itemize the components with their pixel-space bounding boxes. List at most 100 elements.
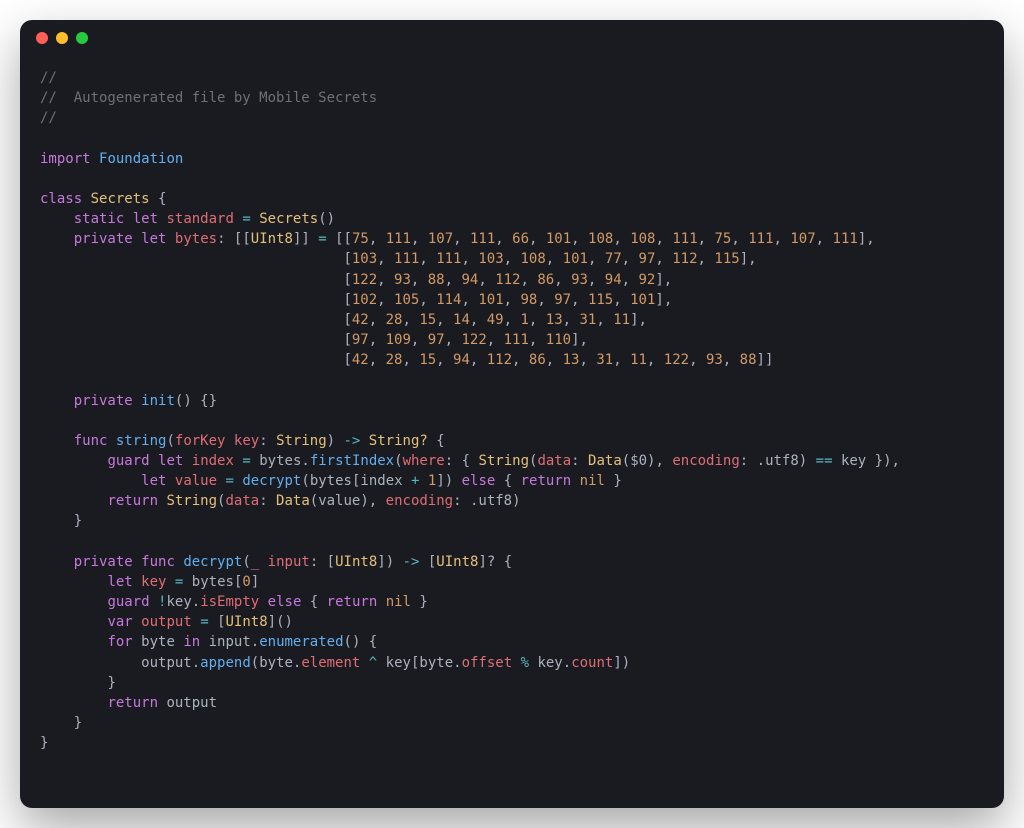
num: 108 (588, 231, 613, 247)
zoom-icon[interactable] (76, 32, 88, 44)
id-output: output (166, 695, 217, 711)
kw-nil: nil (386, 594, 411, 610)
id-index: index (360, 473, 402, 489)
num: 93 (706, 352, 723, 368)
type-uint8: UInt8 (226, 614, 268, 630)
num: 1 (520, 312, 528, 328)
num: 111 (470, 231, 495, 247)
kw-let: let (141, 231, 166, 247)
kw-let: let (158, 453, 183, 469)
minimize-icon[interactable] (56, 32, 68, 44)
kw-private: private (74, 554, 133, 570)
arg-label: forKey (175, 433, 226, 449)
class-name: Secrets (91, 191, 150, 207)
prop-offset: offset (462, 655, 513, 671)
module-name: Foundation (99, 151, 183, 167)
num: 13 (563, 352, 580, 368)
kw-return: return (327, 594, 378, 610)
num-0: 0 (242, 574, 250, 590)
arg-name: key (234, 433, 259, 449)
kw-class: class (40, 191, 82, 207)
arg-where: where (403, 453, 445, 469)
id-input: input (209, 634, 251, 650)
num: 97 (428, 332, 445, 348)
num: 112 (495, 272, 520, 288)
id-bytes: bytes (259, 453, 301, 469)
ctor-call: Secrets (259, 211, 318, 227)
num: 31 (596, 352, 613, 368)
num: 75 (352, 231, 369, 247)
kw-else: else (462, 473, 496, 489)
close-icon[interactable] (36, 32, 48, 44)
num: 101 (546, 231, 571, 247)
fn-decrypt: decrypt (242, 473, 301, 489)
id-key: key (537, 655, 562, 671)
num: 94 (453, 352, 470, 368)
num: 42 (352, 312, 369, 328)
num: 11 (613, 312, 630, 328)
id-value: value (318, 493, 360, 509)
arg-input: input (268, 554, 310, 570)
comment-line: // Autogenerated file by Mobile Secrets (40, 90, 377, 106)
num: 107 (790, 231, 815, 247)
num: 111 (833, 231, 858, 247)
num: 111 (504, 332, 529, 348)
num: 103 (478, 251, 503, 267)
fn-enumerated: enumerated (259, 634, 343, 650)
code-editor: // // Autogenerated file by Mobile Secre… (20, 56, 1004, 808)
num: 14 (453, 312, 470, 328)
num: 108 (521, 251, 546, 267)
id-index: index (192, 453, 234, 469)
id-standard: standard (166, 211, 233, 227)
num: 111 (394, 251, 419, 267)
enum-utf8: utf8 (765, 453, 799, 469)
kw-func: func (141, 554, 175, 570)
kw-private: private (74, 231, 133, 247)
num: 111 (748, 231, 773, 247)
code-window: // // Autogenerated file by Mobile Secre… (20, 20, 1004, 808)
num: 66 (512, 231, 529, 247)
kw-return: return (107, 695, 158, 711)
num: 108 (630, 231, 655, 247)
num: 101 (478, 292, 503, 308)
kw-in: in (183, 634, 200, 650)
kw-else: else (268, 594, 302, 610)
num: 97 (352, 332, 369, 348)
fn-firstIndex: firstIndex (310, 453, 394, 469)
num: 28 (386, 352, 403, 368)
num: 28 (386, 312, 403, 328)
num: 101 (563, 251, 588, 267)
id-key: key (166, 594, 191, 610)
comment-line: // (40, 110, 57, 126)
num: 75 (715, 231, 732, 247)
kw-return: return (521, 473, 572, 489)
num: 111 (436, 251, 461, 267)
num: 122 (664, 352, 689, 368)
func-decrypt: decrypt (183, 554, 242, 570)
num: 112 (672, 251, 697, 267)
num: 77 (605, 251, 622, 267)
num: 13 (546, 312, 563, 328)
num: 101 (630, 292, 655, 308)
num: 111 (672, 231, 697, 247)
type-string-opt: String? (369, 433, 428, 449)
kw-let: let (107, 574, 132, 590)
type-string: String (478, 453, 529, 469)
num: 15 (419, 312, 436, 328)
id-bytes: bytes (175, 231, 217, 247)
kw-static: static (74, 211, 125, 227)
num: 110 (546, 332, 571, 348)
prop-count: count (571, 655, 613, 671)
id-init: init (141, 393, 175, 409)
num: 97 (639, 251, 656, 267)
num: 111 (386, 231, 411, 247)
kw-guard: guard (107, 453, 149, 469)
num: 107 (428, 231, 453, 247)
num: 86 (529, 352, 546, 368)
prop-element: element (301, 655, 360, 671)
num: 92 (639, 272, 656, 288)
arg-encoding: encoding (672, 453, 739, 469)
num: 122 (352, 272, 377, 288)
num: 94 (605, 272, 622, 288)
id-byte: byte (141, 634, 175, 650)
